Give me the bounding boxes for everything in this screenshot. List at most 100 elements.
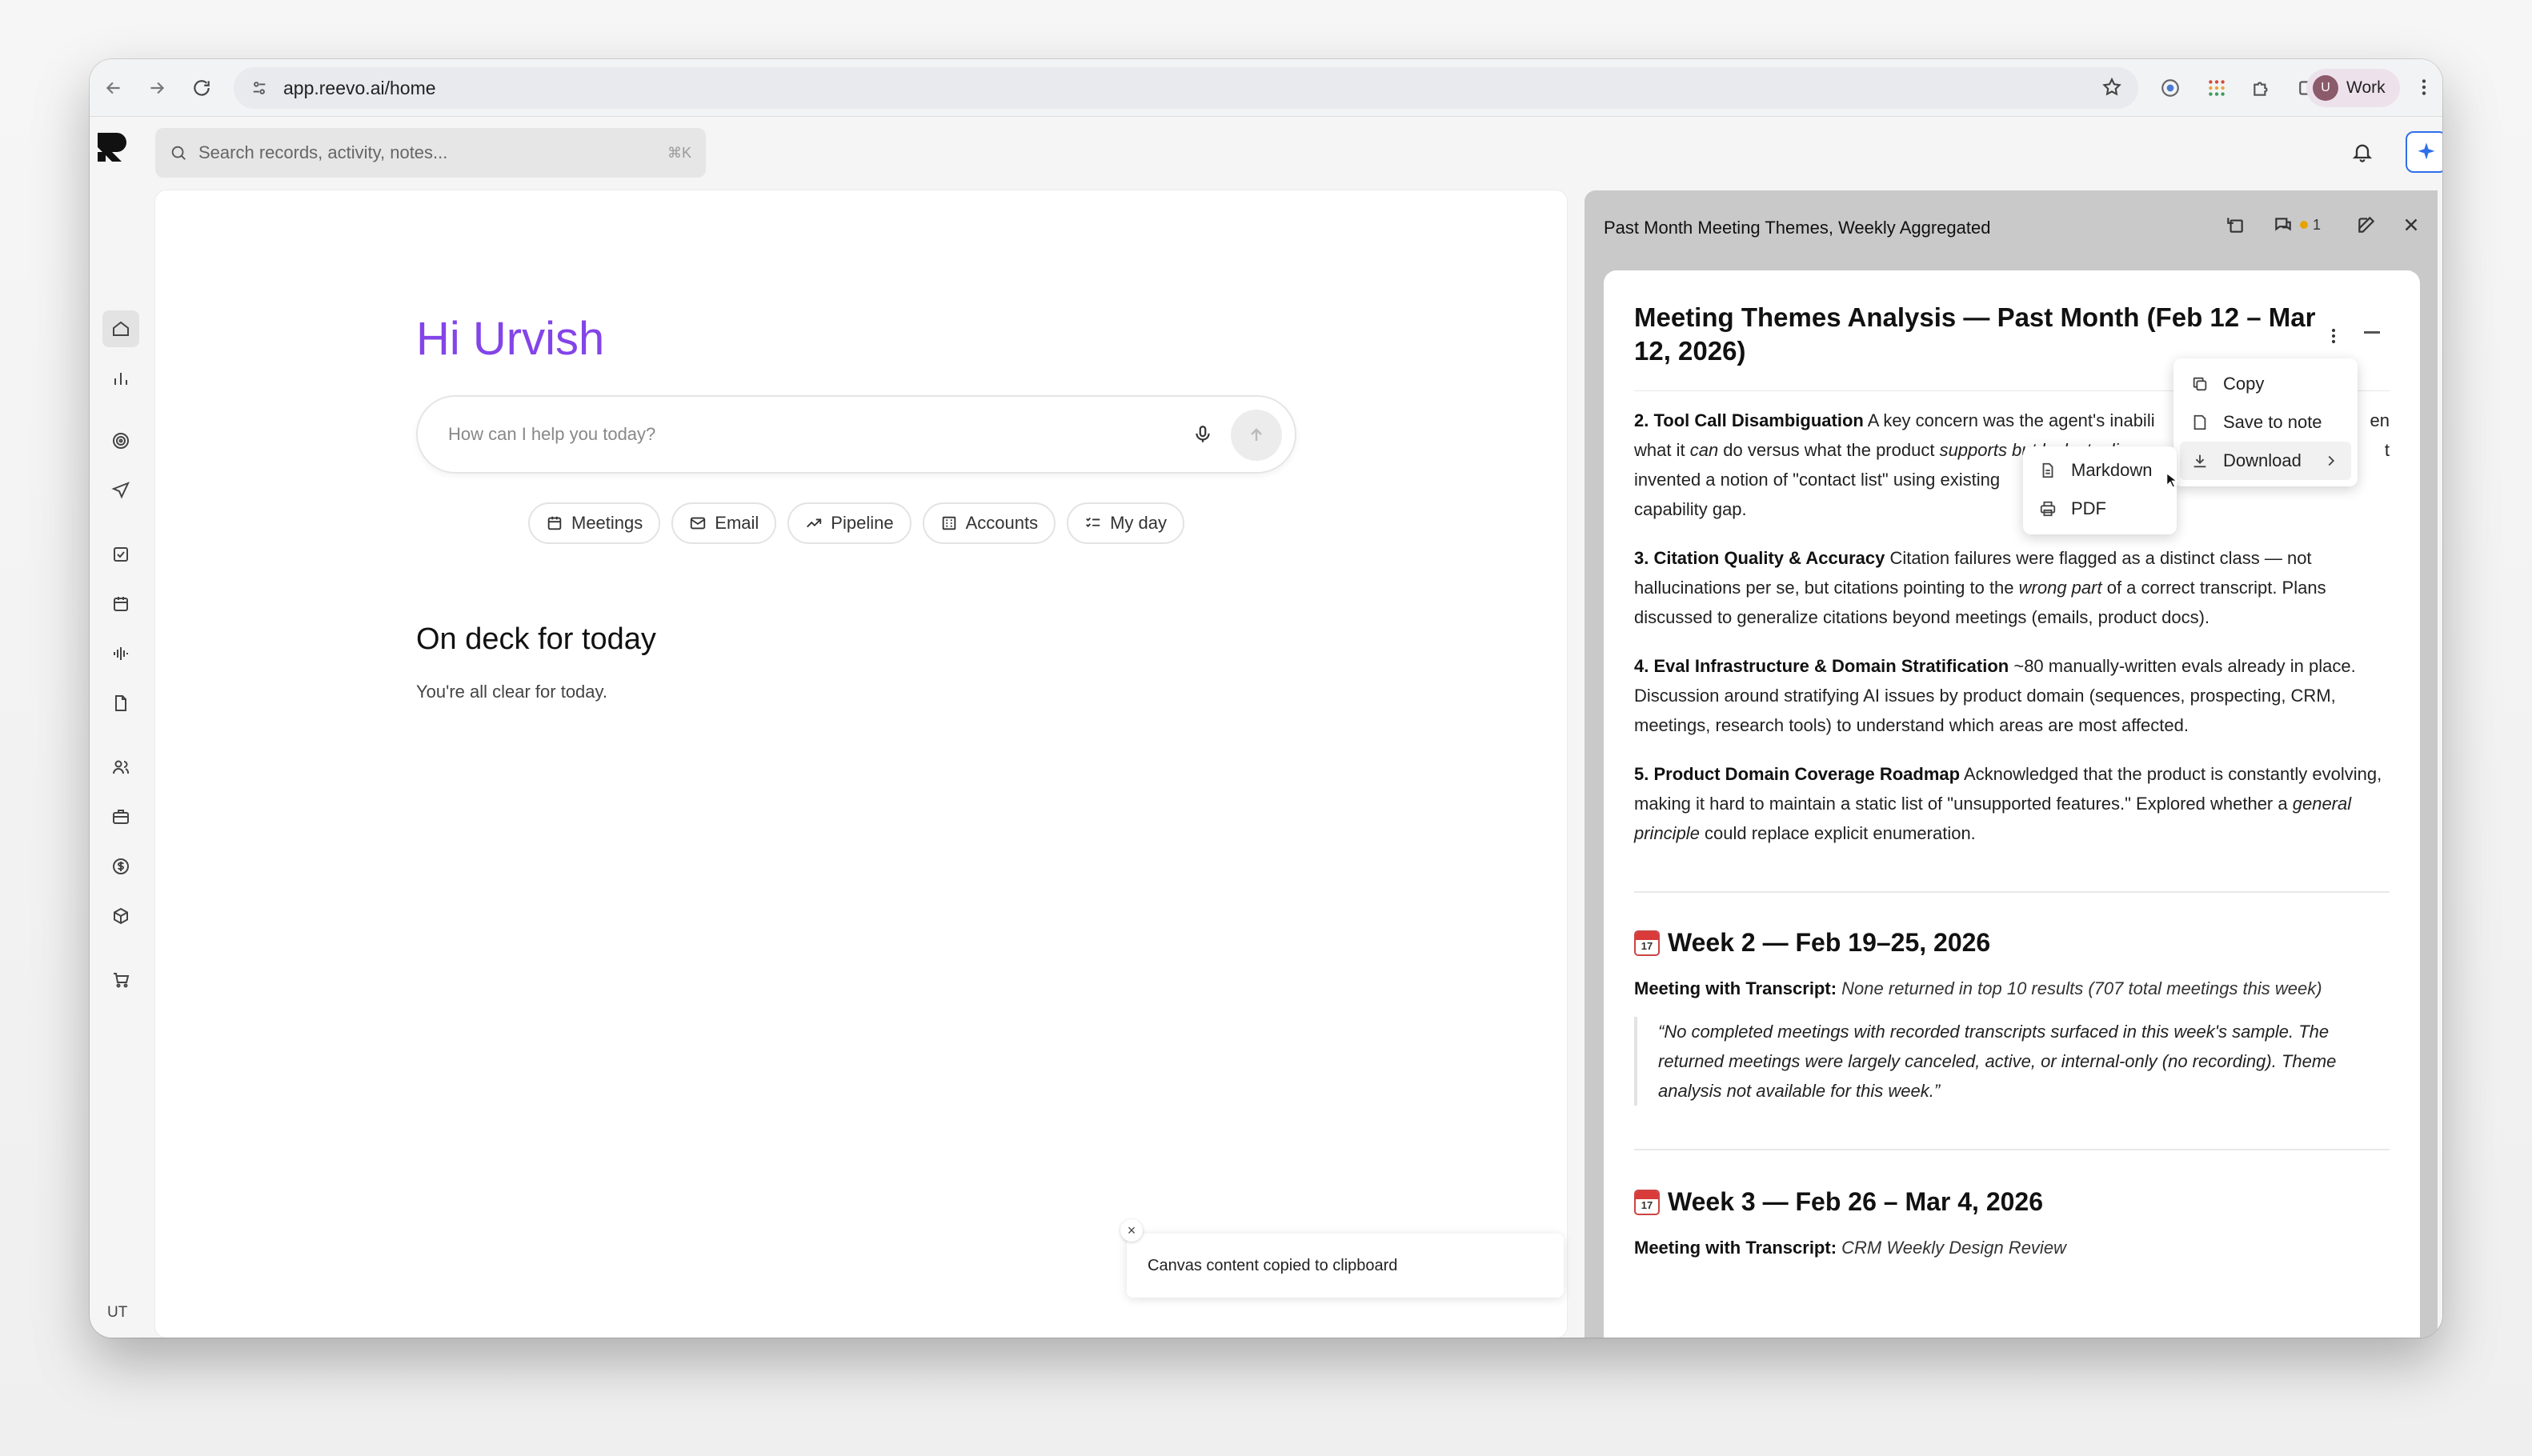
week-2-quote: “No completed meetings with recorded tra… bbox=[1634, 1017, 2390, 1106]
document-context-menu: Copy Save to note Download bbox=[2173, 358, 2358, 486]
meeting-label: Meeting with Transcript: bbox=[1634, 978, 1837, 998]
menu-item-markdown[interactable]: Markdown bbox=[2028, 451, 2172, 490]
apps-grid-icon[interactable] bbox=[2201, 72, 2233, 104]
menu-item-label: PDF bbox=[2071, 498, 2106, 518]
url-text: app.reevo.ai/home bbox=[283, 77, 436, 98]
week-title: Week 3 — Feb 26 – Mar 4, 2026 bbox=[1668, 1187, 2043, 1216]
clipboard-toast: Canvas content copied to clipboard bbox=[1127, 1234, 1564, 1298]
file-text-icon bbox=[2042, 462, 2053, 478]
divider bbox=[1634, 891, 2390, 893]
extensions-puzzle-icon[interactable] bbox=[2246, 72, 2278, 104]
chip-label: My day bbox=[1110, 513, 1167, 533]
menu-item-pdf[interactable]: PDF bbox=[2028, 490, 2172, 528]
trending-up-icon bbox=[807, 518, 822, 528]
download-submenu: Markdown PDF bbox=[2023, 446, 2177, 534]
theme-item-5: 5. Product Domain Coverage Roadmap Ackno… bbox=[1634, 759, 2390, 848]
greeting: Hi Urvish bbox=[416, 313, 605, 365]
edit-icon[interactable] bbox=[2356, 214, 2377, 235]
unread-dot bbox=[2300, 221, 2308, 229]
notifications-bell-icon[interactable] bbox=[2351, 141, 2374, 167]
target-icon[interactable] bbox=[102, 422, 139, 459]
menu-item-label: Markdown bbox=[2071, 460, 2153, 480]
chip-label: Accounts bbox=[965, 513, 1039, 533]
quick-chips: Meetings Email Pipeline Accounts My day bbox=[528, 502, 1184, 544]
menu-item-copy[interactable]: Copy bbox=[2180, 365, 2351, 403]
menu-item-label: Download bbox=[2223, 450, 2302, 470]
ask-input[interactable]: How can I help you today? bbox=[416, 395, 1296, 474]
user-initials[interactable]: UT bbox=[107, 1304, 127, 1322]
printer-icon bbox=[2040, 501, 2056, 517]
chip-pipeline[interactable]: Pipeline bbox=[787, 502, 911, 544]
week-3-meeting: Meeting with Transcript: CRM Weekly Desi… bbox=[1634, 1238, 2390, 1258]
divider bbox=[1634, 1149, 2390, 1150]
theme-text: capability gap. bbox=[1634, 499, 1747, 519]
theme-emphasis: wrong part bbox=[2018, 578, 2102, 598]
menu-item-download[interactable]: Download bbox=[2180, 442, 2351, 480]
theme-text: what it bbox=[1634, 440, 1690, 460]
send-icon[interactable] bbox=[102, 472, 139, 509]
week-2-heading: 17 Week 2 — Feb 19–25, 2026 bbox=[1634, 928, 2390, 958]
calendar-icon bbox=[547, 516, 562, 530]
analytics-icon[interactable] bbox=[102, 360, 139, 397]
document-icon[interactable] bbox=[102, 685, 139, 722]
building-icon bbox=[942, 516, 956, 530]
site-settings-icon[interactable] bbox=[246, 75, 272, 101]
contacts-icon[interactable] bbox=[102, 749, 139, 786]
search-shortcut: ⌘K bbox=[667, 144, 691, 161]
send-button[interactable] bbox=[1231, 410, 1282, 461]
ai-assistant-button[interactable] bbox=[2406, 131, 2442, 173]
package-icon[interactable] bbox=[102, 898, 139, 934]
global-search[interactable]: Search records, activity, notes... ⌘K bbox=[155, 128, 706, 178]
dollar-icon[interactable] bbox=[102, 848, 139, 885]
sparkle-icon bbox=[2418, 142, 2435, 160]
checklist-icon bbox=[1086, 517, 1100, 527]
meeting-value: None returned in top 10 results (707 tot… bbox=[1841, 978, 2322, 998]
reevo-logo[interactable] bbox=[93, 128, 131, 166]
theme-title: 5. Product Domain Coverage Roadmap bbox=[1634, 764, 1961, 784]
arrow-up-icon bbox=[1251, 428, 1262, 441]
more-vertical-icon[interactable] bbox=[2324, 325, 2343, 351]
note-icon bbox=[2193, 414, 2206, 430]
theme-text: do versus what the product bbox=[1718, 440, 1940, 460]
theme-title: 2. Tool Call Disambiguation bbox=[1634, 410, 1864, 430]
theme-item-4: 4. Eval Infrastructure & Domain Stratifi… bbox=[1634, 651, 2390, 740]
tasks-icon[interactable] bbox=[102, 536, 139, 573]
history-icon[interactable] bbox=[2225, 214, 2246, 235]
audio-waveform-icon[interactable] bbox=[102, 635, 139, 672]
minimize-icon[interactable] bbox=[2364, 331, 2380, 334]
toast-close-button[interactable]: × bbox=[1120, 1219, 1143, 1242]
theme-item-3: 3. Citation Quality & Accuracy Citation … bbox=[1634, 543, 2390, 632]
chip-my-day[interactable]: My day bbox=[1067, 502, 1184, 544]
forward-icon[interactable] bbox=[134, 66, 179, 110]
theme-text: A key concern was the agent's inabili bbox=[1863, 410, 2155, 430]
microphone-icon[interactable] bbox=[1192, 424, 1213, 450]
meeting-value: CRM Weekly Design Review bbox=[1841, 1238, 2066, 1258]
chip-email[interactable]: Email bbox=[671, 502, 777, 544]
chip-meetings[interactable]: Meetings bbox=[528, 502, 661, 544]
chip-label: Email bbox=[715, 513, 759, 533]
home-icon[interactable] bbox=[102, 310, 139, 347]
comments-button[interactable]: 1 bbox=[2273, 214, 2321, 235]
chip-accounts[interactable]: Accounts bbox=[922, 502, 1056, 544]
calendar-icon[interactable] bbox=[102, 586, 139, 622]
back-icon[interactable] bbox=[91, 66, 136, 110]
menu-item-save-to-note[interactable]: Save to note bbox=[2180, 403, 2351, 442]
address-bar[interactable]: app.reevo.ai/home bbox=[234, 67, 2138, 109]
browser-window: app.reevo.ai/home U Work Search records,… bbox=[90, 59, 2442, 1338]
search-placeholder: Search records, activity, notes... bbox=[198, 142, 448, 162]
briefcase-icon[interactable] bbox=[102, 798, 139, 835]
week-3-heading: 17 Week 3 — Feb 26 – Mar 4, 2026 bbox=[1634, 1187, 2390, 1217]
copy-icon bbox=[2193, 377, 2207, 391]
extension-icon[interactable] bbox=[2154, 72, 2186, 104]
profile-chip[interactable]: U Work bbox=[2306, 69, 2400, 107]
close-panel-icon[interactable] bbox=[2401, 214, 2422, 235]
theme-text: could replace explicit enumeration. bbox=[1699, 823, 1976, 843]
browser-menu-icon[interactable] bbox=[2414, 75, 2434, 103]
bookmark-star-icon[interactable] bbox=[2101, 77, 2122, 102]
on-deck-heading: On deck for today bbox=[416, 622, 656, 656]
chip-label: Pipeline bbox=[831, 513, 894, 533]
reload-icon[interactable] bbox=[179, 66, 224, 110]
mail-icon bbox=[691, 517, 706, 530]
cart-icon[interactable] bbox=[102, 962, 139, 998]
download-icon bbox=[2193, 454, 2206, 468]
